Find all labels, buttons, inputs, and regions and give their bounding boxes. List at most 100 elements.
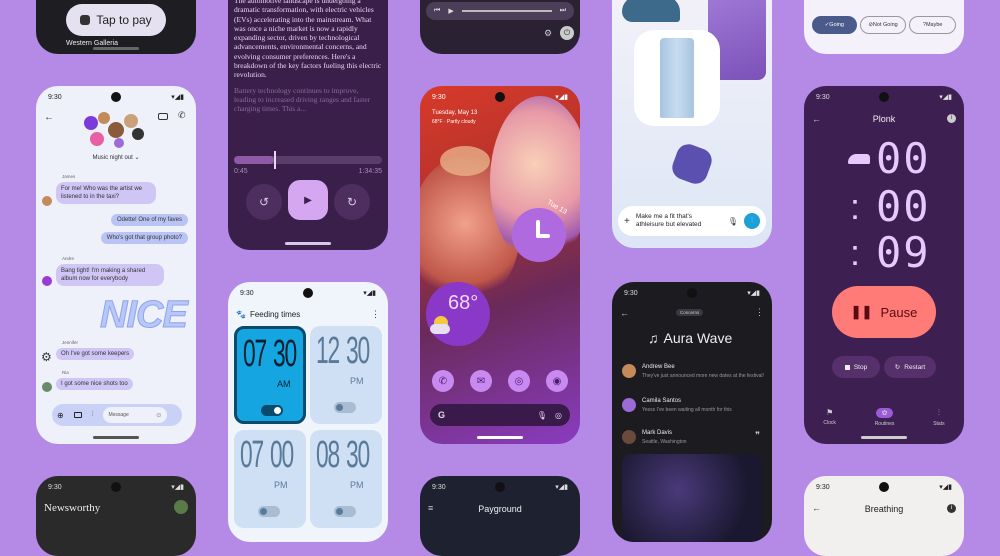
feeding-time-card[interactable]: 12 30 PM: [310, 326, 382, 424]
chat-phone: 9:30 ▾◢▮ ← ✆ Music night out ⌄ James For …: [36, 86, 196, 444]
pause-button[interactable]: ❚❚ Pause: [832, 286, 936, 338]
forward-button[interactable]: ↻: [334, 184, 370, 220]
reader-phone: The automotive landscape is undergoing a…: [228, 0, 388, 250]
feeding-meridiem: PM: [350, 480, 364, 490]
group-avatar-cluster[interactable]: [84, 112, 146, 150]
search-bar[interactable]: G 🎙 ◎: [430, 404, 570, 426]
emoji-icon[interactable]: ☺: [155, 412, 162, 419]
avatar: [98, 112, 110, 124]
status-time: 9:30: [816, 483, 830, 491]
playback-progress[interactable]: [234, 156, 382, 164]
message-bubble[interactable]: Odette! One of my faves: [110, 214, 188, 226]
pants-card[interactable]: [634, 30, 720, 126]
restart-button[interactable]: ↻ Restart: [884, 356, 936, 378]
stats-icon: ⫶: [937, 407, 940, 417]
hat-image[interactable]: [622, 0, 680, 22]
rsvp-not-going-button[interactable]: ⊘ Not Going: [859, 16, 907, 34]
paw-icon: 🐾: [236, 310, 246, 319]
feeding-toggle[interactable]: [258, 506, 280, 517]
pants-image: [660, 38, 694, 118]
nav-stats[interactable]: ⫶ Stats: [933, 408, 944, 427]
avatar: [84, 116, 98, 130]
rsvp-going-button[interactable]: ✓ Going: [812, 16, 857, 34]
phone-app-icon[interactable]: ✆: [432, 370, 454, 392]
timer-seconds: 09: [876, 228, 931, 277]
next-icon[interactable]: ⏭: [560, 7, 566, 15]
message-bubble[interactable]: Who's got that group photo?: [100, 232, 188, 244]
back-arrow-icon[interactable]: ←: [620, 308, 629, 318]
prompt-input[interactable]: + Make me a fit that's athleisure but el…: [618, 206, 766, 236]
rsvp-maybe-button[interactable]: ? Maybe: [909, 16, 957, 34]
nice-sticker[interactable]: NICE: [100, 294, 189, 337]
rewind-button[interactable]: ↺: [246, 184, 282, 220]
article-paragraph: Battery technology continues to improve,…: [234, 85, 371, 114]
page-title: Feeding times: [249, 310, 301, 319]
status-time: 9:30: [432, 483, 446, 491]
lens-icon[interactable]: ◎: [555, 411, 562, 420]
compose-bar: ⊕ ⫶ Message ☺: [52, 404, 182, 426]
feeding-time-card[interactable]: 08 30 PM: [310, 430, 382, 528]
clock-widget[interactable]: Tue 13: [512, 199, 568, 262]
feeding-time-card[interactable]: 07 00 PM: [234, 430, 306, 528]
more-options-icon[interactable]: ⋮: [371, 309, 380, 320]
play-icon[interactable]: ▶: [448, 7, 453, 15]
group-name[interactable]: Music night out ⌄: [36, 154, 196, 161]
message-bubble[interactable]: Oh I've got some keepers: [56, 348, 135, 360]
channel-title: ♫ Aura Wave: [648, 330, 733, 346]
feeding-toggle[interactable]: [334, 402, 356, 413]
camera-app-icon[interactable]: ◉: [546, 370, 568, 392]
mic-icon[interactable]: 🎙: [537, 411, 547, 420]
stop-button[interactable]: Stop: [832, 356, 880, 378]
iron-icon: [848, 154, 870, 164]
avatar: [42, 276, 52, 286]
prev-icon[interactable]: ⏮: [434, 7, 440, 15]
waveform[interactable]: [461, 10, 552, 12]
add-icon[interactable]: +: [624, 216, 630, 227]
weather-widget[interactable]: 68°: [426, 282, 490, 346]
back-arrow-icon[interactable]: ←: [44, 112, 54, 123]
post-text: Yesss I've been waiting all month for th…: [642, 407, 732, 413]
feeding-toggle[interactable]: [334, 506, 356, 517]
play-button[interactable]: ▶: [288, 180, 328, 220]
phone-call-icon[interactable]: ✆: [178, 110, 186, 121]
voice-mode-button[interactable]: ⫶: [744, 213, 760, 229]
merchant-name: Western Galleria: [66, 40, 119, 47]
timer-hours: 00: [876, 134, 931, 183]
feeding-meridiem: PM: [274, 480, 288, 490]
message-bubble[interactable]: I got some nice shots too: [56, 378, 133, 390]
feeding-hour: 07: [243, 333, 267, 375]
add-icon[interactable]: ⊕: [57, 411, 64, 420]
post-photo[interactable]: [622, 454, 762, 542]
message-input[interactable]: Message ☺: [103, 407, 168, 423]
chrome-app-icon[interactable]: ◎: [508, 370, 530, 392]
pay-phone: Tap to pay Western Galleria: [36, 0, 196, 54]
shop-phone: + Make me a fit that's athleisure but el…: [612, 0, 772, 248]
bottom-nav: ⚑ Clock ✿ Routines ⫶ Stats: [804, 404, 964, 430]
video-call-icon[interactable]: [158, 113, 168, 120]
tap-to-pay-chip[interactable]: Tap to pay: [66, 4, 166, 36]
message-bubble[interactable]: Bang tight! I'm making a shared album no…: [56, 264, 164, 286]
progress-handle[interactable]: [273, 151, 276, 169]
front-camera: [687, 288, 697, 298]
gear-avatar-icon: ⚙: [41, 350, 52, 364]
messages-app-icon[interactable]: ✉: [470, 370, 492, 392]
breathing-phone: 9:30 ▾◢▮ ← Breathing i: [804, 476, 964, 556]
app-title: Newsworthy: [44, 502, 101, 514]
info-icon[interactable]: i: [947, 504, 956, 513]
nav-routines[interactable]: ✿ Routines: [875, 407, 894, 427]
more-options-icon[interactable]: ⋮: [755, 307, 764, 318]
avatar[interactable]: [174, 500, 188, 514]
message-bubble[interactable]: For me! Who was the artist we listened t…: [56, 182, 156, 204]
avatar: [124, 114, 138, 128]
feeding-time-card[interactable]: 07 30 AM: [234, 326, 306, 424]
voice-icon[interactable]: ⫶: [92, 411, 94, 419]
feeding-toggle[interactable]: [261, 405, 283, 416]
home-bar: [861, 436, 907, 439]
power-icon[interactable]: ⏻: [560, 26, 574, 40]
settings-icon[interactable]: ⚙: [544, 28, 552, 39]
mic-icon[interactable]: 🎙: [728, 217, 738, 226]
sender-name: Ria: [62, 370, 69, 375]
info-icon[interactable]: i: [947, 114, 956, 123]
camera-icon[interactable]: [73, 412, 82, 418]
nav-clock[interactable]: ⚑ Clock: [823, 408, 836, 426]
